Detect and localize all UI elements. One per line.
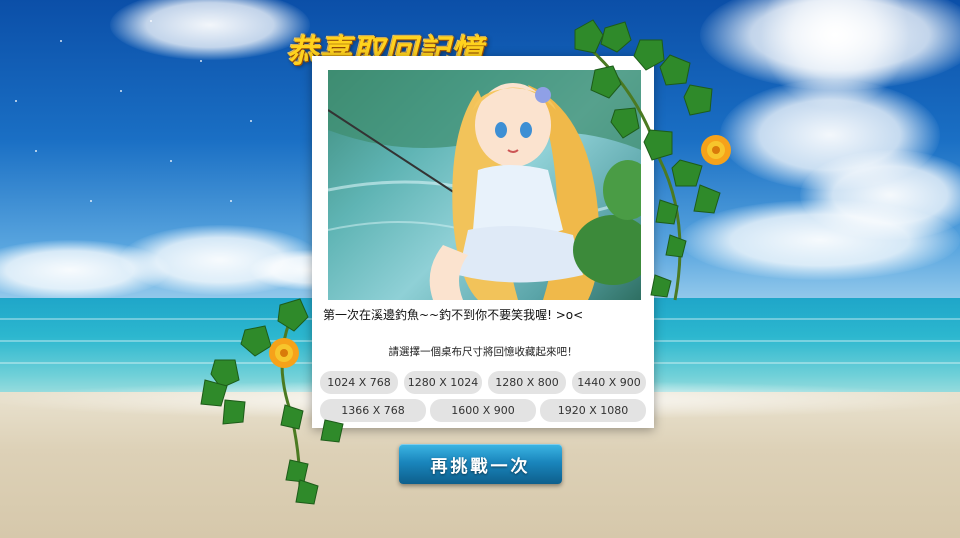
size-button-1440x900[interactable]: 1440 X 900 [572, 371, 646, 394]
retry-button[interactable]: 再挑戰一次 [399, 444, 562, 484]
size-button-1600x900[interactable]: 1600 X 900 [430, 399, 536, 422]
size-button-1280x800[interactable]: 1280 X 800 [488, 371, 566, 394]
star [120, 90, 122, 92]
size-row: 1366 X 768 1600 X 900 1920 X 1080 [320, 399, 646, 422]
star [250, 120, 252, 122]
memory-photo [328, 70, 641, 300]
fishing-girl-illustration [328, 70, 641, 300]
cloud [680, 200, 960, 280]
size-button-1366x768[interactable]: 1366 X 768 [320, 399, 426, 422]
size-row: 1024 X 768 1280 X 1024 1280 X 800 1440 X… [320, 371, 646, 394]
size-button-1920x1080[interactable]: 1920 X 1080 [540, 399, 646, 422]
star [35, 150, 37, 152]
size-button-1280x1024[interactable]: 1280 X 1024 [404, 371, 482, 394]
star [60, 40, 62, 42]
star [230, 200, 232, 202]
star [200, 60, 202, 62]
star [15, 100, 17, 102]
memory-card: 第一次在溪邊釣魚~~釣不到你不要笑我喔! >o< 請選擇一個桌布尺寸將回憶收藏起… [312, 56, 654, 428]
memory-caption: 第一次在溪邊釣魚~~釣不到你不要笑我喔! >o< [323, 308, 584, 322]
wallpaper-size-options: 1024 X 768 1280 X 1024 1280 X 800 1440 X… [320, 371, 646, 427]
star [170, 160, 172, 162]
size-button-1024x768[interactable]: 1024 X 768 [320, 371, 398, 394]
star [90, 200, 92, 202]
wallpaper-hint: 請選擇一個桌布尺寸將回憶收藏起來吧！ [388, 346, 578, 358]
